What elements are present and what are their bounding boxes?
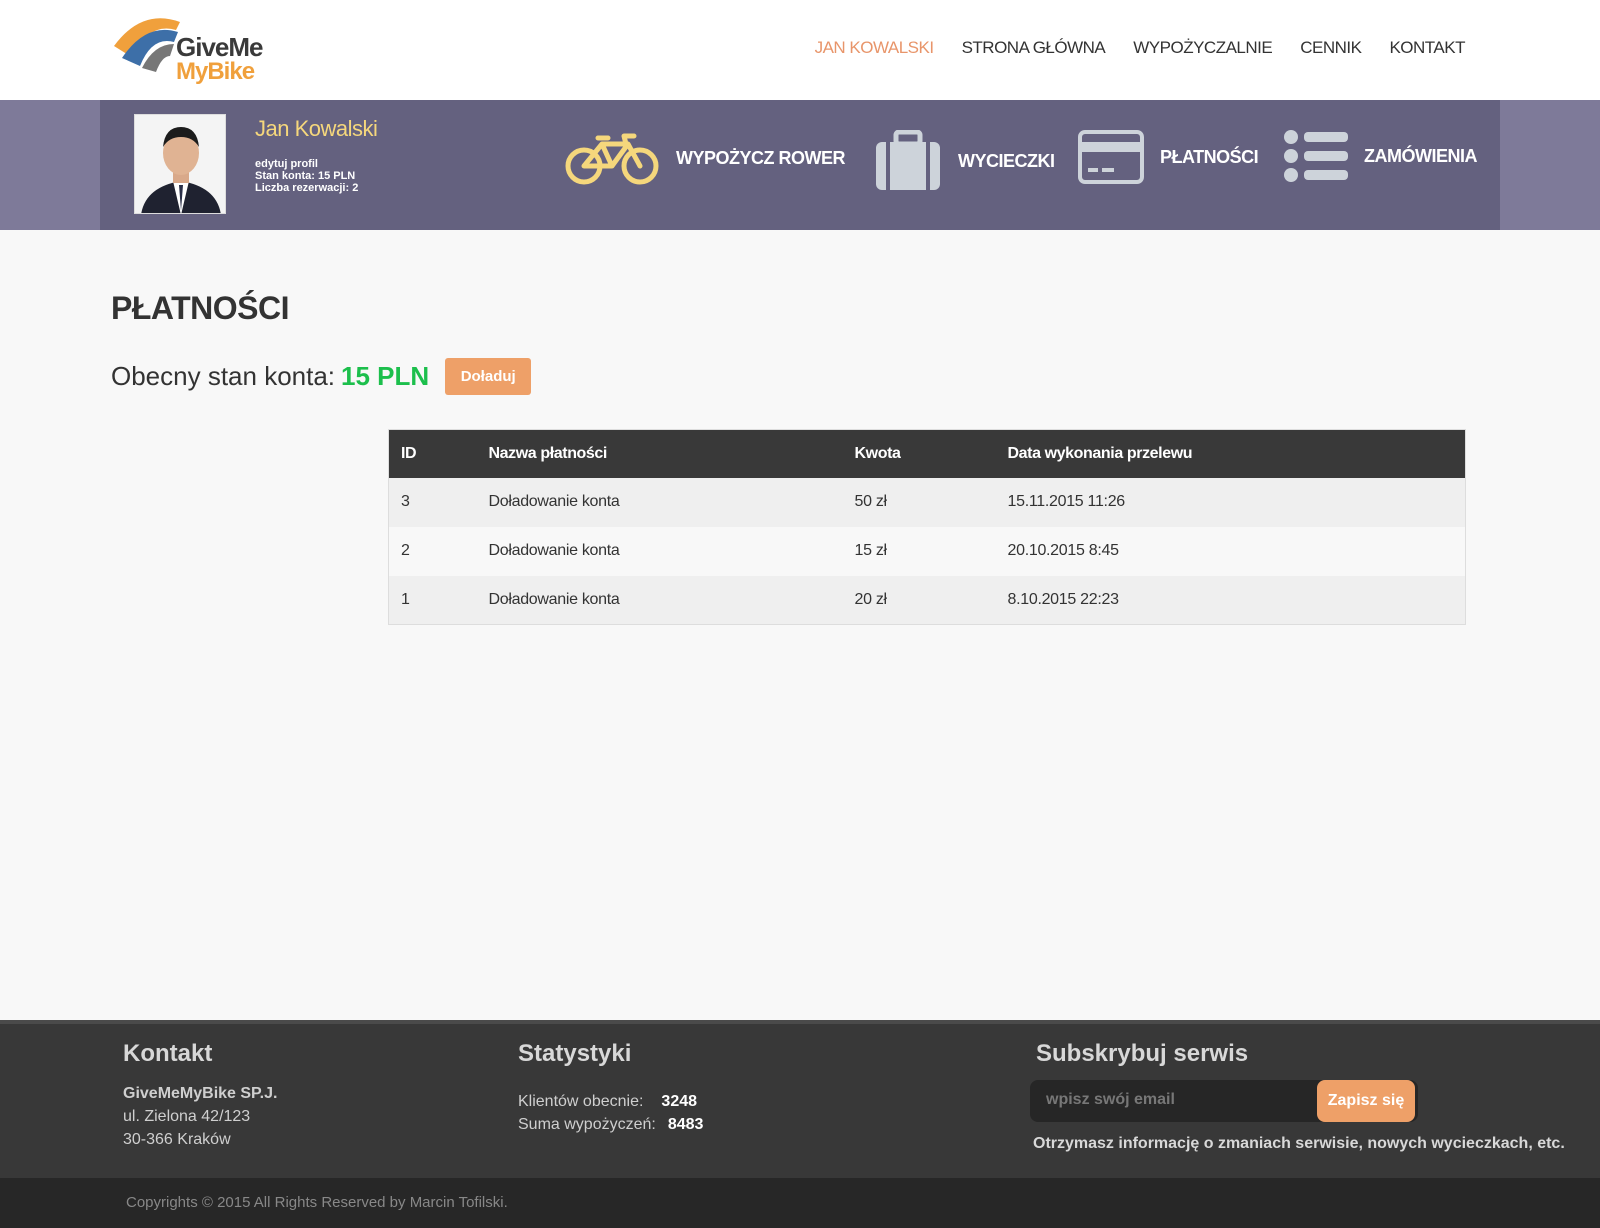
table-row: 3 Doładowanie konta 50 zł 15.11.2015 11:… (388, 477, 1466, 527)
main-content: PŁATNOŚCI Obecny stan konta: 15 PLN Doła… (100, 230, 1500, 1020)
table-cell: Doładowanie konta (476, 477, 843, 527)
table-cell: 20.10.2015 8:45 (995, 526, 1466, 576)
credit-card-icon (1078, 130, 1144, 184)
nav-user[interactable]: JAN KOWALSKI (815, 38, 935, 58)
table-cell: 50 zł (842, 477, 996, 527)
footer-subscribe-title: Subskrybuj serwis (1036, 1040, 1249, 1067)
table-cell: 15.11.2015 11:26 (995, 477, 1466, 527)
payments-table: ID Nazwa płatności Kwota Data wykonania … (388, 429, 1466, 625)
quick-orders-label: ZAMÓWIENIA (1364, 145, 1477, 166)
road-logo-icon (114, 18, 180, 72)
company-city: 30-366 Kraków (123, 1131, 231, 1148)
table-cell: 1 (388, 575, 477, 625)
footer-stats-title: Statystyki (518, 1040, 632, 1067)
column-header: Kwota (842, 429, 996, 478)
footer-contact-title: Kontakt (123, 1040, 213, 1067)
user-reservations: Liczba rezerwacji: 2 (255, 182, 359, 194)
column-header: Data wykonania przelewu (995, 429, 1466, 478)
user-photo-icon (135, 115, 225, 213)
user-balance: Stan konta: 15 PLN (255, 170, 356, 182)
table-cell: 2 (388, 526, 477, 576)
balance-label: Obecny stan konta: (111, 361, 336, 391)
column-header: ID (388, 429, 477, 478)
company-name: GiveMeMyBike SP.J. (123, 1085, 278, 1102)
brand-line2: MyBike (176, 58, 255, 85)
nav-home[interactable]: STRONA GŁÓWNA (962, 38, 1106, 58)
table-cell: 15 zł (842, 526, 996, 576)
footer-stats: Klientów obecnie: 3248 Suma wypożyczeń: 84… (518, 1090, 703, 1136)
nav-rentals[interactable]: WYPOŻYCZALNIE (1133, 38, 1272, 58)
bicycle-icon (565, 133, 659, 185)
quick-trips-label: WYCIECZKI (958, 150, 1055, 171)
page-title: PŁATNOŚCI (111, 290, 290, 326)
nav-contact[interactable]: KONTAKT (1389, 38, 1465, 58)
table-cell: Doładowanie konta (476, 526, 843, 576)
table-cell: 8.10.2015 22:23 (995, 575, 1466, 625)
quick-rent-label: WYPOŻYCZ ROWER (676, 147, 846, 168)
quick-payments[interactable]: PŁATNOŚCI (1078, 130, 1259, 184)
user-name: Jan Kowalski (255, 116, 378, 141)
table-cell: 3 (388, 477, 477, 527)
stats-rentals-label: Suma wypożyczeń: (518, 1116, 656, 1133)
list-icon (1284, 130, 1348, 182)
balance-row: Obecny stan konta: 15 PLN Doładuj (111, 358, 532, 395)
subscribe-form: wpisz swój email Zapisz się (1030, 1080, 1418, 1122)
brand-logo[interactable]: GiveMe MyBike (112, 12, 263, 85)
table-cell: 20 zł (842, 575, 996, 625)
edit-profile-link[interactable]: edytuj profil (255, 158, 358, 170)
copyright-bar: Copyrights © 2015 All Rights Reserved by… (0, 1178, 1600, 1228)
table-row: 2 Doładowanie konta 15 zł 20.10.2015 8:4… (388, 526, 1466, 576)
suitcase-icon (876, 130, 940, 190)
balance-value: 15 PLN (341, 361, 430, 391)
subscribe-button[interactable]: Zapisz się (1317, 1080, 1415, 1122)
footer: Kontakt GiveMeMyBike SP.J. ul. Zielona 4… (0, 1020, 1600, 1178)
top-header: GiveMe MyBike JAN KOWALSKI STRONA GŁÓWNA… (0, 0, 1600, 100)
stats-rentals-value: 8483 (667, 1116, 704, 1133)
subscribe-email-input[interactable]: wpisz swój email (1046, 1091, 1175, 1109)
table-cell: Doładowanie konta (476, 575, 843, 625)
user-meta: edytuj profil Stan konta: 15 PLN Liczba … (255, 158, 358, 194)
stats-clients-label: Klientów obecnie: (518, 1093, 644, 1110)
copyright-text: Copyrights © 2015 All Rights Reserved by… (126, 1194, 508, 1211)
quick-payments-label: PŁATNOŚCI (1160, 146, 1259, 167)
stats-clients-value: 3248 (661, 1093, 698, 1110)
column-header: Nazwa płatności (476, 429, 843, 478)
subscribe-note: Otrzymasz informację o zmaniach serwisie… (1033, 1135, 1565, 1152)
company-street: ul. Zielona 42/123 (123, 1108, 251, 1125)
user-banner: Jan Kowalski edytuj profil Stan konta: 1… (100, 100, 1500, 230)
topup-button[interactable]: Doładuj (445, 358, 532, 395)
avatar (134, 114, 226, 214)
footer-contact: GiveMeMyBike SP.J. ul. Zielona 42/123 30… (123, 1082, 277, 1151)
nav-pricing[interactable]: CENNIK (1300, 38, 1362, 58)
table-row: 1 Doładowanie konta 20 zł 8.10.2015 22:2… (388, 575, 1466, 625)
table-header-row: ID Nazwa płatności Kwota Data wykonania … (388, 429, 1466, 478)
main-nav: JAN KOWALSKI STRONA GŁÓWNA WYPOŻYCZALNIE… (815, 38, 1466, 58)
quick-trips[interactable]: WYCIECZKI (874, 130, 1055, 192)
quick-rent-bike[interactable]: WYPOŻYCZ ROWER (564, 130, 846, 186)
quick-orders[interactable]: ZAMÓWIENIA (1284, 130, 1477, 182)
